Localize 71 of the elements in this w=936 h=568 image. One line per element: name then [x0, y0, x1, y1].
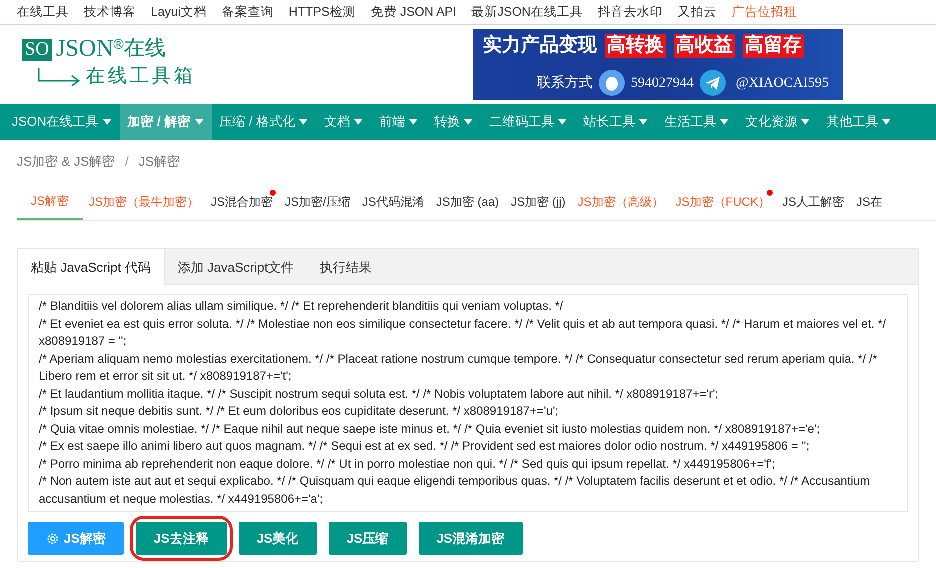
tool-tab[interactable]: JS加密 (jj)	[505, 184, 572, 220]
registered-mark: ®	[114, 37, 124, 52]
top-link[interactable]: 备案查询	[222, 2, 274, 22]
nav-menu-item[interactable]: 加密 / 解密	[120, 104, 212, 140]
top-link[interactable]: Layui文档	[151, 2, 207, 22]
banner-tag: 高收益	[674, 34, 735, 58]
caret-icon	[464, 119, 474, 125]
breadcrumb-separator: /	[125, 153, 129, 172]
action-button[interactable]: JS美化	[238, 522, 317, 555]
panel-tab[interactable]: 执行结果	[307, 249, 386, 286]
qq-number: 594027944	[631, 74, 694, 92]
telegram-handle: @XIAOCAI595	[736, 74, 829, 92]
top-link[interactable]: HTTPS检测	[288, 2, 356, 22]
top-link[interactable]: 免费 JSON API	[370, 2, 457, 22]
logo-tagline: 在线工具箱	[86, 65, 196, 90]
nav-menu-item[interactable]: 其他工具	[818, 104, 900, 140]
top-link[interactable]: 技术博客	[84, 2, 136, 22]
code-field[interactable]: /* Blanditiis vel dolorem alias ullam similique. */ /* Et reprehenderit blanditiis qui veniam voluptas. */ /* Et eveniet ea est quis error soluta. */ /* Molestiae non eos similique consectetur facere. */ /* Velit quis et ab aut tempora quasi. */ /* Harum et maiores vel et. */ x808919187 = ''; /* Aperiam aliquam nemo molestias exercitationem. */ /* Placeat ratione nostrum cumque tempore. */ /* Consequatur consectetur sed rerum aperiam quia. */ /* Libero rem et error sit sit ut. */ x808919187+='t'; /* Et laudantium mollitia itaque. */ /* Suscipit nostrum sequi soluta est. */ /* Nobis voluptatem labore aut nihil. */ x808919187+='r'; /* Ipsum sit neque debitis sunt. */ /* Et eum doloribus eos cupiditate deserunt. */ x808919187+='u'; /* Quia vitae omnis molestiae. */ /* Eaque nihil aut neque saepe iste minus et. */ /* Quia eveniet sit iusto molestias quidem non. */ x808919187+='e'; /* Ex est saepe illo animi libero aut quos magnam. */ /* Sequi est at ex sed. */ /* Provident sed est maiores dolor odio nostrum. */ x449195806 = ''; /* Porro minima ab reprehenderit non eaque dolore. */ /* Ut in porro molestiae non qui. */ /* Sed quis qui ipsum repellat. */ x449195806+='f'; /* Non autem iste aut aut et sequi explicabo. */ /* Quisquam qui eaque eligendi temporibus quas. */ /* Voluptatem facilis deserunt et et odio. */ /* Accusantium accusantium et neque molestias. */ x449195806+='a';	[28, 294, 908, 512]
caret-icon	[558, 119, 568, 125]
panel-tab[interactable]: 粘贴 JavaScript 代码	[18, 249, 165, 286]
nav-menu-item[interactable]: 生活工具	[656, 104, 738, 140]
action-button[interactable]: JS去注释	[136, 522, 227, 555]
caret-icon	[801, 119, 810, 125]
breadcrumb-link[interactable]: JS加密 & JS解密	[17, 152, 116, 172]
nav-menu-item[interactable]: 前端	[371, 104, 426, 140]
action-button[interactable]: JS压缩	[328, 522, 407, 555]
top-link[interactable]: 广告位招租	[732, 2, 797, 22]
action-button[interactable]: JS解密	[28, 522, 124, 555]
tool-tab[interactable]: JS加密（FUCK）	[670, 184, 776, 220]
caret-icon	[639, 119, 648, 125]
top-link[interactable]: 抖音去水印	[598, 2, 663, 22]
tool-tab[interactable]: JS加密（最牛加密）	[83, 184, 206, 220]
nav-menu-item[interactable]: 站长工具	[575, 104, 656, 140]
arrow-icon	[38, 68, 82, 88]
caret-icon	[299, 119, 308, 125]
caret-icon	[720, 119, 730, 125]
logo-badge: SO	[22, 39, 52, 62]
settings-icon	[46, 532, 60, 546]
tool-tab[interactable]: JS人工解密	[776, 184, 850, 220]
breadcrumb-link[interactable]: JS解密	[138, 152, 180, 172]
tool-tab[interactable]: JS解密	[17, 184, 84, 220]
action-button[interactable]: JS混淆加密	[418, 522, 523, 555]
tool-tab[interactable]: JS加密/压缩	[279, 184, 356, 220]
caret-icon	[882, 119, 892, 125]
logo-suffix: 在线	[124, 37, 166, 62]
panel-tab[interactable]: 添加 JavaScript文件	[164, 249, 308, 286]
ad-banner[interactable]: 实力产品变现 高转换 高收益 高留存 联系方式 594027944 @XIAOCAI595	[473, 29, 843, 100]
top-link[interactable]: 最新JSON在线工具	[472, 2, 583, 22]
caret-icon	[194, 119, 204, 125]
tool-tab[interactable]: JS在	[850, 184, 888, 220]
paper-plane-icon	[700, 70, 726, 96]
banner-headline: 实力产品变现	[483, 34, 597, 58]
contact-label: 联系方式	[537, 74, 593, 92]
tool-tab[interactable]: JS代码混淆	[356, 184, 430, 220]
top-link[interactable]: 在线工具	[17, 2, 69, 22]
nav-menu-item[interactable]: 转换	[426, 104, 482, 140]
caret-icon	[102, 119, 112, 125]
banner-tag: 高转换	[605, 34, 666, 58]
nav-menu-item[interactable]: JSON在线工具	[4, 104, 120, 140]
nav-menu-item[interactable]: 二维码工具	[481, 104, 576, 140]
top-link[interactable]: 又拍云	[678, 2, 717, 22]
nav-menu-item[interactable]: 文档	[316, 104, 372, 140]
caret-icon	[409, 119, 418, 125]
tool-tab[interactable]: JS加密 (aa)	[430, 184, 506, 220]
caret-icon	[354, 119, 364, 125]
banner-tag: 高留存	[743, 34, 804, 58]
nav-menu-item[interactable]: 压缩 / 格式化	[212, 104, 316, 140]
logo-name: JSON	[56, 37, 114, 62]
tool-tab[interactable]: JS加密（高级）	[572, 184, 670, 220]
nav-menu-item[interactable]: 文化资源	[737, 104, 818, 140]
tool-tab[interactable]: JS混合加密	[205, 184, 280, 220]
